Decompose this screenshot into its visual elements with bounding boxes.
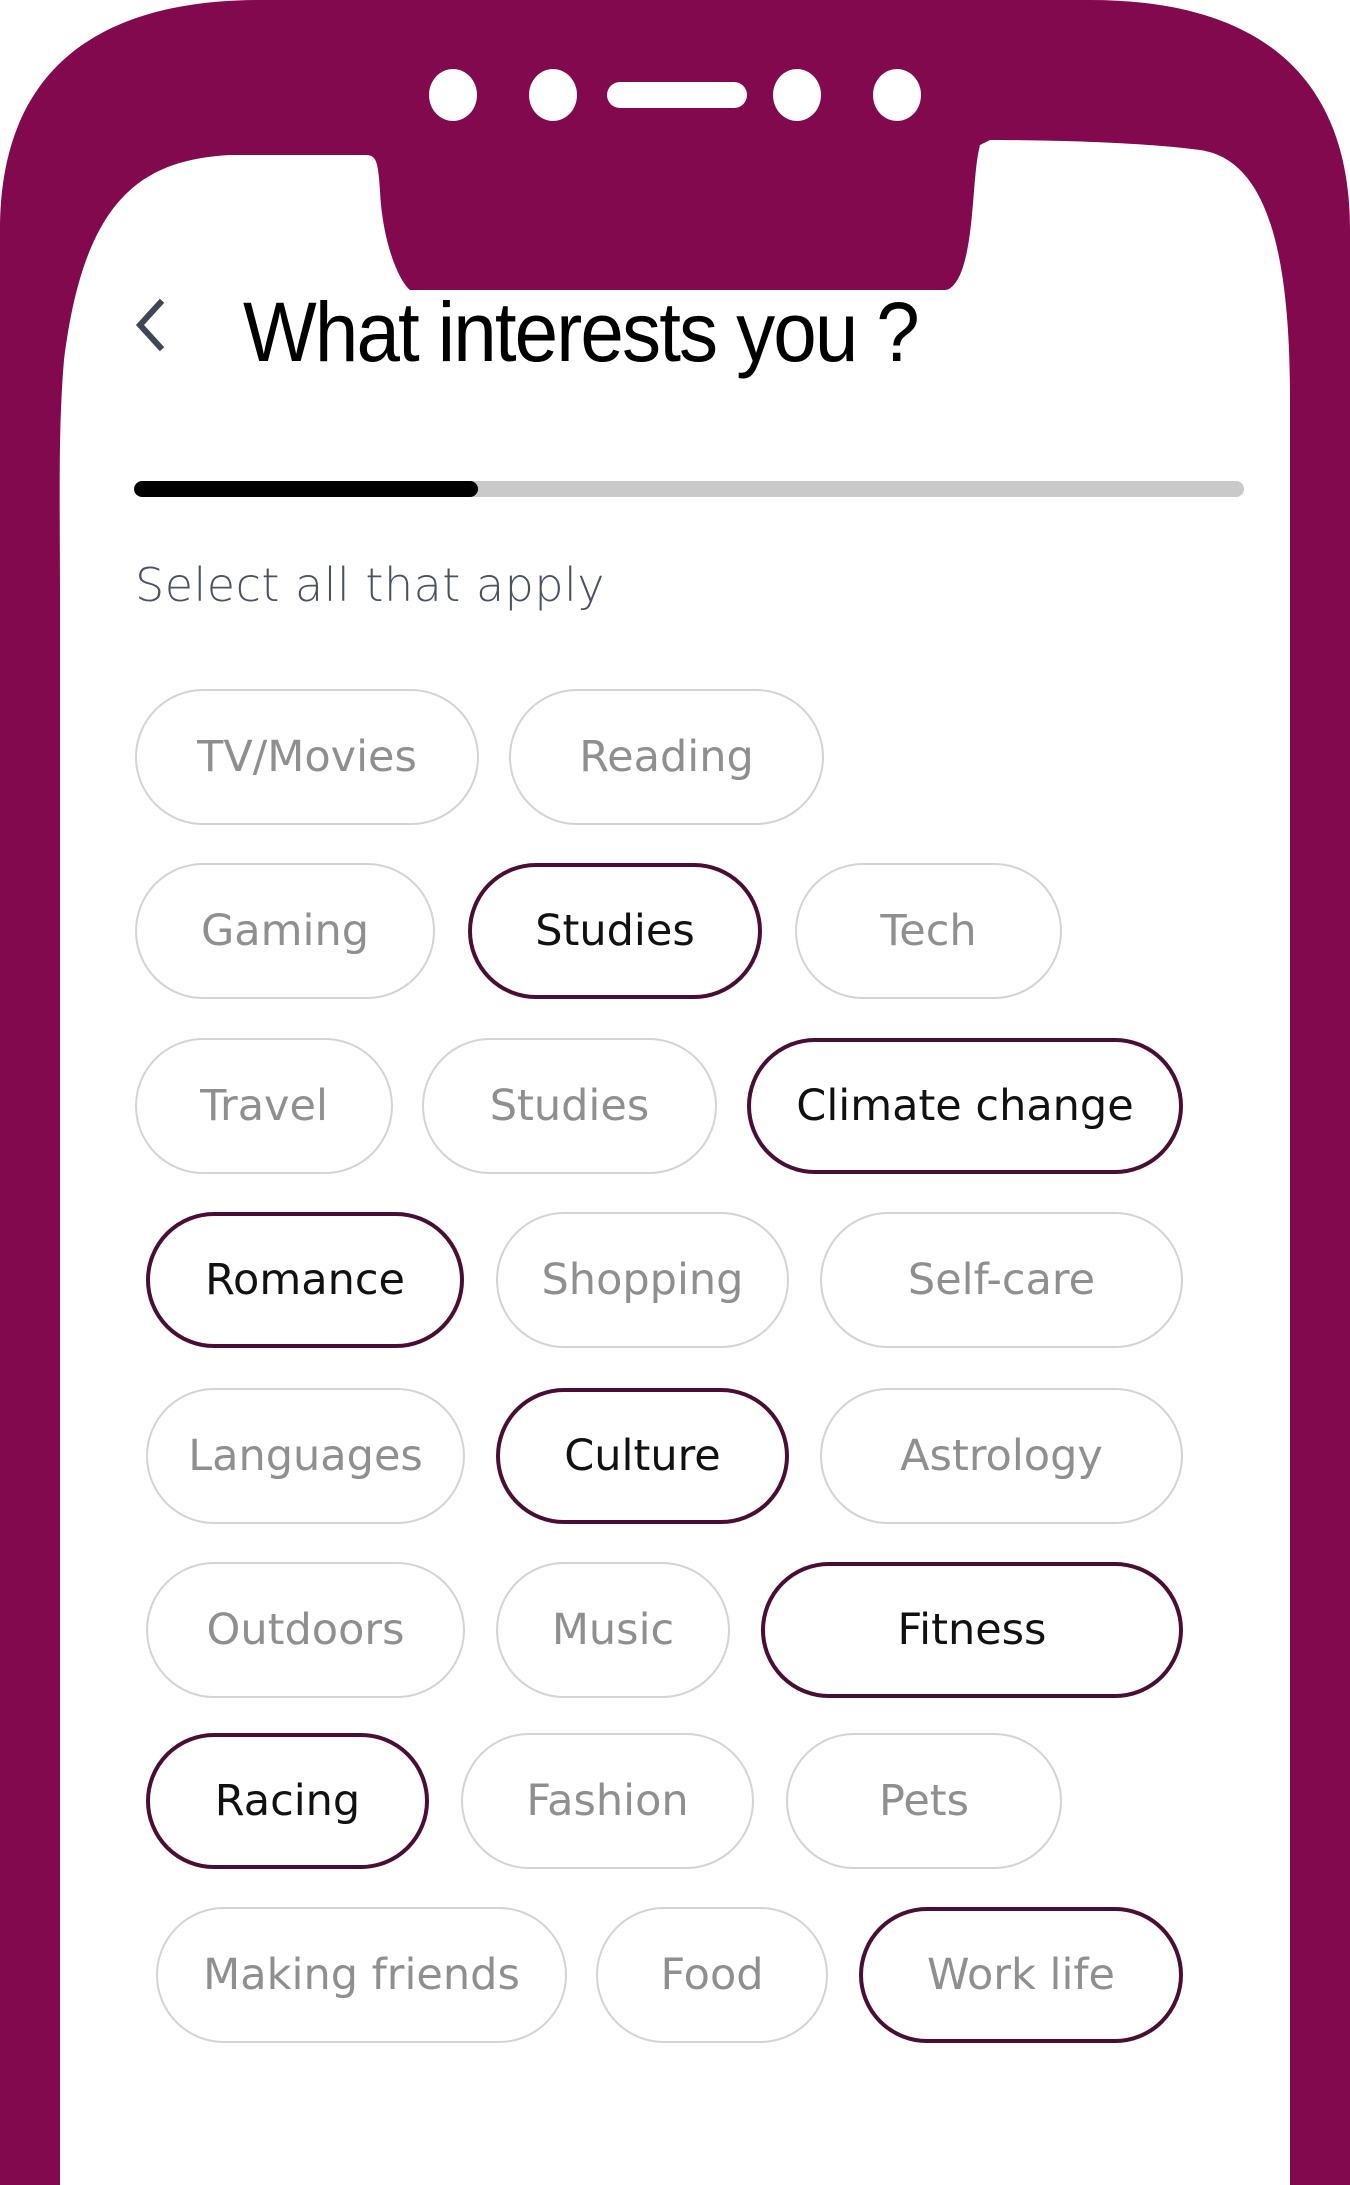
interest-chip[interactable]: Food	[596, 1907, 828, 2043]
progress-bar	[134, 481, 1244, 497]
interest-chip-selected[interactable]: Culture	[496, 1388, 789, 1524]
interest-chip[interactable]: Self-care	[820, 1212, 1183, 1348]
interest-chip[interactable]: Music	[496, 1562, 730, 1698]
interest-chip-selected[interactable]: Climate change	[747, 1038, 1183, 1174]
interest-chip[interactable]: Languages	[146, 1388, 465, 1524]
progress-fill	[134, 481, 479, 497]
sensor-dot-2	[529, 69, 577, 121]
interest-chip-selected[interactable]: Work life	[859, 1907, 1183, 2043]
interest-chip[interactable]: Making friends	[156, 1907, 567, 2043]
interest-chip[interactable]: Pets	[786, 1733, 1062, 1869]
page-title: What interests you ?	[243, 285, 920, 379]
speaker-slot	[607, 82, 747, 108]
interest-chip-selected[interactable]: Romance	[146, 1212, 464, 1348]
back-button[interactable]	[128, 295, 178, 355]
interest-chip[interactable]: TV/Movies	[135, 689, 479, 825]
interest-chip[interactable]: Studies	[422, 1038, 717, 1174]
sensor-dot-3	[773, 69, 821, 121]
sensor-dot-1	[429, 69, 477, 121]
interest-chip-selected[interactable]: Fitness	[761, 1562, 1183, 1698]
interest-chip[interactable]: Fashion	[461, 1733, 754, 1869]
chevron-left-icon	[135, 298, 165, 352]
interest-chip-selected[interactable]: Studies	[468, 863, 762, 999]
interest-chip[interactable]: Astrology	[820, 1388, 1183, 1524]
interest-chip[interactable]: Outdoors	[146, 1562, 465, 1698]
camera-dot	[873, 69, 921, 121]
interest-chip[interactable]: Reading	[509, 689, 824, 825]
interest-chip[interactable]: Gaming	[135, 863, 435, 999]
interest-chip-selected[interactable]: Racing	[146, 1733, 429, 1869]
interest-chip[interactable]: Tech	[795, 863, 1062, 999]
interest-chip[interactable]: Travel	[135, 1038, 393, 1174]
interest-chip[interactable]: Shopping	[496, 1212, 789, 1348]
instruction-text: Select all that apply	[135, 558, 606, 612]
